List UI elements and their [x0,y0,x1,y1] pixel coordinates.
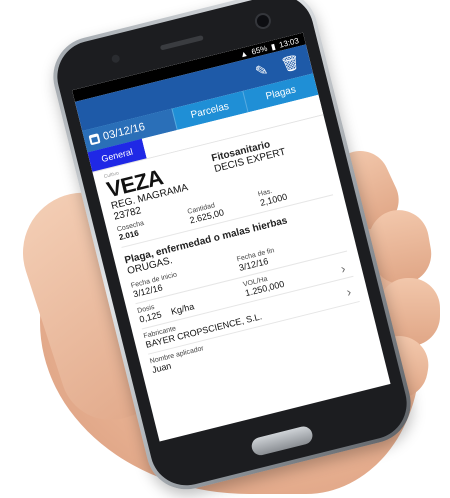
pencil-icon[interactable]: ✎ [253,61,270,82]
trash-icon[interactable]: 🗑 [279,53,302,75]
calendar-icon [88,133,101,146]
signal-icon: ▲ [238,48,249,59]
battery-icon: ▮ [269,41,277,52]
sensor [110,53,121,64]
tab-plagas-label: Plagas [264,83,297,102]
earpiece-speaker [159,35,204,51]
home-button[interactable] [249,424,315,458]
subtab-general-label: General [100,146,134,165]
front-camera [255,13,271,29]
